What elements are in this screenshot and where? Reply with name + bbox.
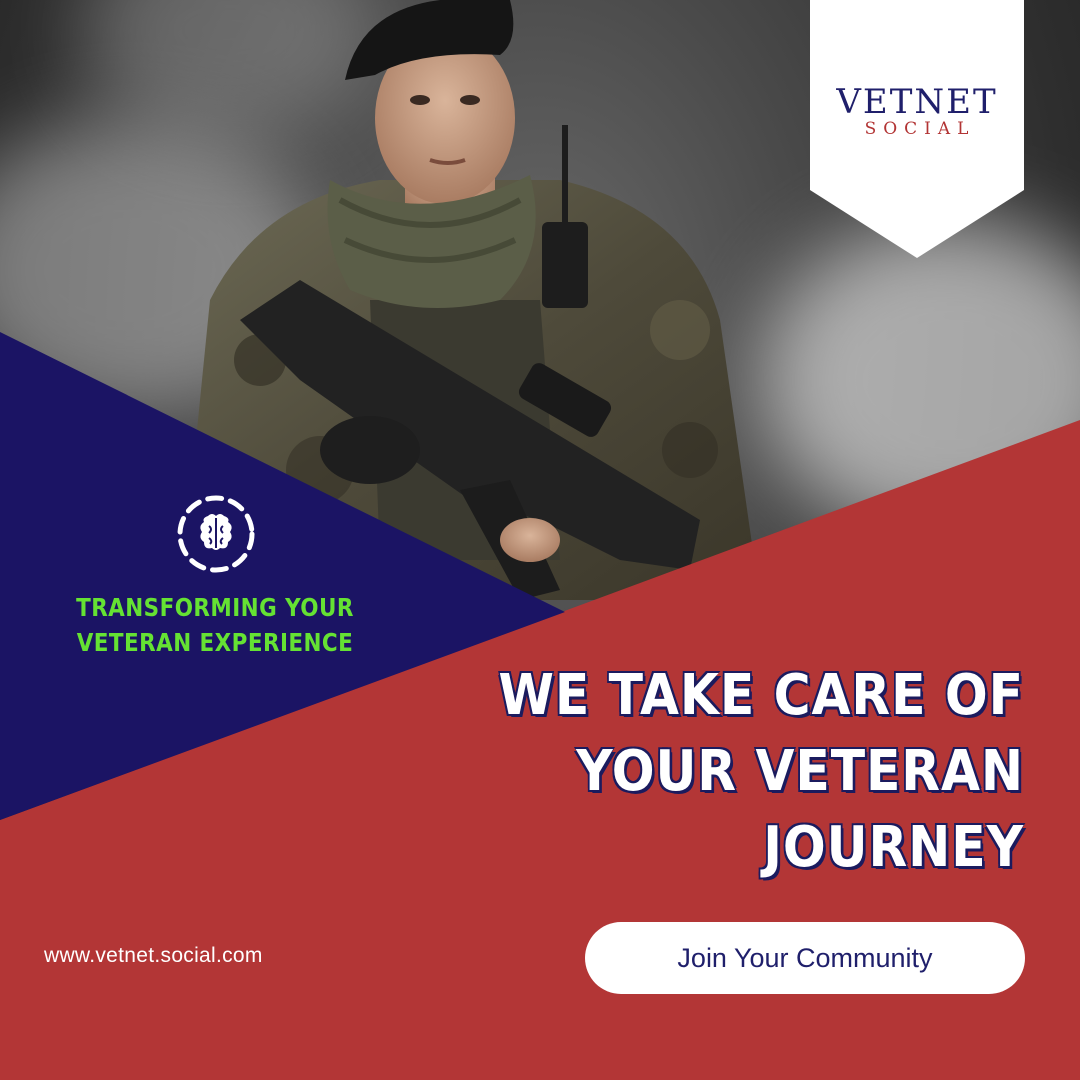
headline-line-1: WE TAKE CARE OF [498,663,1024,728]
logo-sub-text: SOCIAL [864,119,976,139]
logo-main-text: VETNET [836,82,998,122]
poster-canvas: VETNET SOCIAL TRANSFORMING YOUR VETERAN … [0,0,1080,1080]
brand-logo[interactable]: VETNET SOCIAL [810,84,1024,138]
headline-line-3: JOURNEY [763,815,1024,880]
tagline-line-1: TRANSFORMING YOUR [76,593,354,622]
website-link[interactable]: www.vetnet.social.com [44,944,263,968]
brain-icon [177,495,255,573]
tagline-line-2: VETERAN EXPERIENCE [76,628,354,657]
headline: WE TAKE CARE OF YOUR VETERAN JOURNEY [480,658,1024,886]
tagline: TRANSFORMING YOUR VETERAN EXPERIENCE [65,590,366,660]
join-community-button[interactable]: Join Your Community [585,922,1025,994]
headline-line-2: YOUR VETERAN [576,739,1024,804]
